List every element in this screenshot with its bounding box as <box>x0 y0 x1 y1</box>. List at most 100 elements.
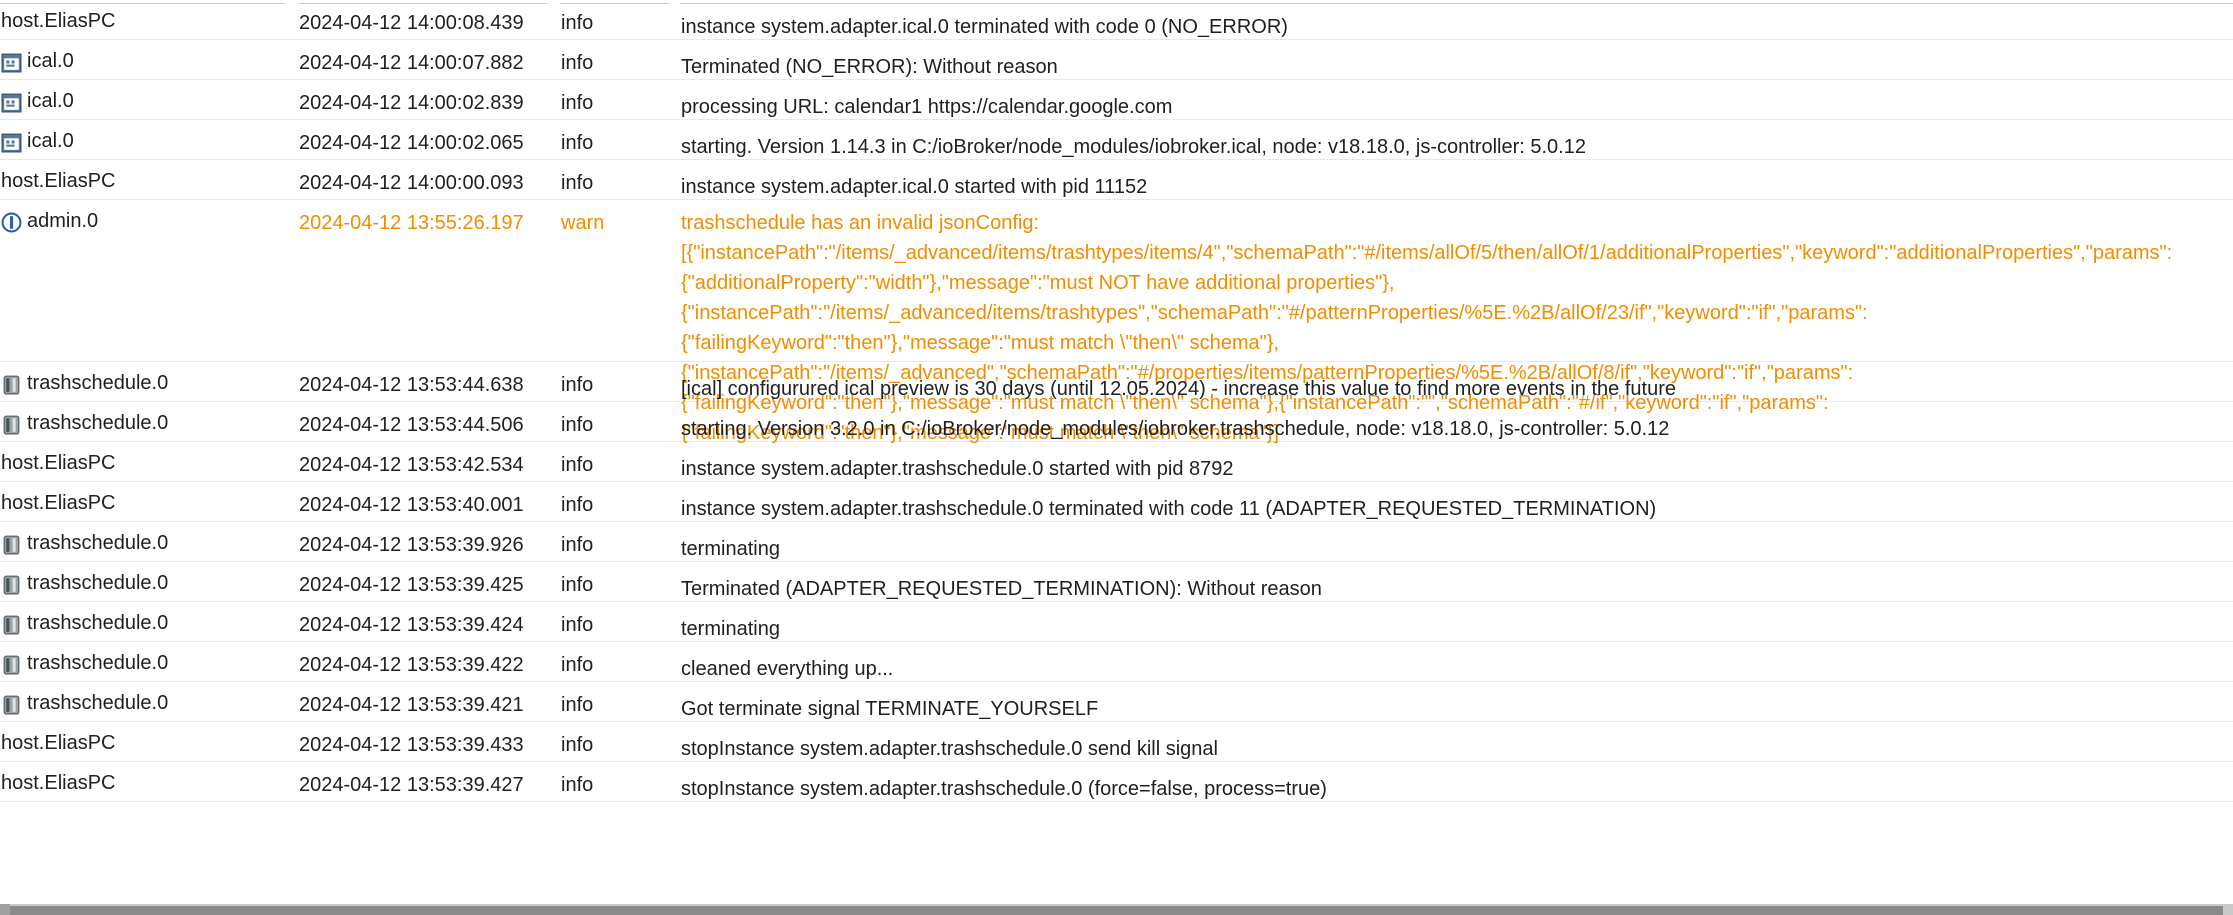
log-table: host.EliasPC 2024-04-12 14:00:08.439 info i… <box>0 0 2233 802</box>
log-timestamp: 2024-04-12 14:00:08.439 <box>299 12 524 34</box>
log-source-label: trashschedule.0 <box>27 412 169 434</box>
log-source-label: host.EliasPC <box>1 170 116 192</box>
trash-icon <box>3 655 20 675</box>
log-row[interactable]: host.EliasPC 2024-04-12 13:53:39.427 info s… <box>0 762 2233 802</box>
log-source: ical.0 <box>0 40 299 73</box>
log-severity: info <box>561 92 594 114</box>
log-row[interactable]: admin.0 2024-04-12 13:55:26.197 warn trashs… <box>0 200 2233 444</box>
log-timestamp: 2024-04-12 13:53:39.926 <box>299 534 524 556</box>
log-severity: info <box>561 52 594 74</box>
log-timestamp: 2024-04-12 14:00:00.093 <box>299 172 524 194</box>
log-message-line: terminating <box>681 618 780 640</box>
log-row[interactable]: trashschedule.0 2024-04-12 13:53:39.424 in… <box>0 602 2233 642</box>
log-row[interactable]: host.EliasPC 2024-04-12 13:53:39.433 info s… <box>0 722 2233 762</box>
log-timestamp: 2024-04-12 13:53:42.534 <box>299 454 524 476</box>
log-message-line: {"additionalProperty":"width"},"message"… <box>681 272 1395 294</box>
log-timestamp: 2024-04-12 13:53:39.427 <box>299 774 524 796</box>
log-message-line: [{"instancePath":"/items/_advanced/items… <box>681 242 2173 264</box>
log-source: host.EliasPC <box>0 762 299 795</box>
log-timestamp: 2024-04-12 13:53:39.425 <box>299 574 524 596</box>
log-message-line: terminating <box>681 538 780 560</box>
log-message-line: cleaned everything up... <box>681 658 894 680</box>
log-row[interactable]: trashschedule.0 2024-04-12 13:53:44.506 in… <box>0 402 2233 442</box>
log-timestamp: 2024-04-12 14:00:02.065 <box>299 132 524 154</box>
log-source: admin.0 <box>0 200 299 233</box>
log-row[interactable]: ical.0 2024-04-12 14:00:07.882 info Termina… <box>0 40 2233 80</box>
log-timestamp: 2024-04-12 13:53:40.001 <box>299 494 524 516</box>
log-severity: warn <box>561 212 605 234</box>
calendar-icon <box>1 93 22 113</box>
scroll-left-arrow[interactable] <box>0 904 10 915</box>
log-message-line: stopInstance system.adapter.trashschedul… <box>681 778 1327 800</box>
log-severity: info <box>561 534 594 556</box>
log-severity: info <box>561 454 594 476</box>
log-message-line: instance system.adapter.ical.0 started w… <box>681 176 1148 198</box>
log-row[interactable]: ical.0 2024-04-12 14:00:02.065 info startin… <box>0 120 2233 160</box>
log-timestamp: 2024-04-12 14:00:02.839 <box>299 92 524 114</box>
horizontal-scrollbar[interactable] <box>0 904 2233 915</box>
log-source: host.EliasPC <box>0 442 299 475</box>
log-severity: info <box>561 12 594 34</box>
log-message: instance system.adapter.trashschedule.0 … <box>681 482 2233 524</box>
log-row[interactable]: host.EliasPC 2024-04-12 13:53:40.001 info i… <box>0 482 2233 522</box>
log-source-label: trashschedule.0 <box>27 692 169 714</box>
log-row[interactable]: host.EliasPC 2024-04-12 13:53:42.534 info i… <box>0 442 2233 482</box>
log-source: trashschedule.0 <box>0 562 299 595</box>
log-source: trashschedule.0 <box>0 642 299 675</box>
log-row[interactable]: trashschedule.0 2024-04-12 13:53:39.926 in… <box>0 522 2233 562</box>
log-row[interactable]: trashschedule.0 2024-04-12 13:53:44.638 in… <box>0 362 2233 402</box>
calendar-icon <box>1 133 22 153</box>
log-source-label: trashschedule.0 <box>27 372 169 394</box>
log-source: ical.0 <box>0 120 299 153</box>
log-source: trashschedule.0 <box>0 602 299 635</box>
log-message-line: Terminated (ADAPTER_REQUESTED_TERMINATIO… <box>681 578 1322 600</box>
scrollbar-thumb[interactable] <box>10 906 2223 915</box>
log-severity: info <box>561 494 594 516</box>
log-row[interactable]: host.EliasPC 2024-04-12 14:00:08.439 info i… <box>0 0 2233 40</box>
log-row[interactable]: ical.0 2024-04-12 14:00:02.839 info process… <box>0 80 2233 120</box>
log-row[interactable]: trashschedule.0 2024-04-12 13:53:39.425 in… <box>0 562 2233 602</box>
log-source: host.EliasPC <box>0 722 299 755</box>
log-row[interactable]: trashschedule.0 2024-04-12 13:53:39.421 in… <box>0 682 2233 722</box>
log-source: host.EliasPC <box>0 482 299 515</box>
log-message-line: instance system.adapter.trashschedule.0 … <box>681 498 1657 520</box>
log-message-line: [ical] configurured ical preview is 30 d… <box>681 378 1676 400</box>
log-timestamp: 2024-04-12 13:53:39.422 <box>299 654 524 676</box>
log-timestamp: 2024-04-12 13:55:26.197 <box>299 212 524 234</box>
calendar-icon <box>1 53 22 73</box>
log-row[interactable]: host.EliasPC 2024-04-12 14:00:00.093 info i… <box>0 160 2233 200</box>
log-source: trashschedule.0 <box>0 362 299 395</box>
log-message: Terminated (NO_ERROR): Without reason <box>681 40 2233 82</box>
trash-icon <box>3 695 20 715</box>
log-message: Got terminate signal TERMINATE_YOURSELF <box>681 682 2233 724</box>
log-timestamp: 2024-04-12 14:00:07.882 <box>299 52 524 74</box>
log-source-label: admin.0 <box>27 210 99 232</box>
log-message-line: Got terminate signal TERMINATE_YOURSELF <box>681 698 1099 720</box>
trash-icon <box>3 535 20 555</box>
admin-icon <box>1 212 22 233</box>
log-source: trashschedule.0 <box>0 682 299 715</box>
log-severity: info <box>561 574 594 596</box>
log-source-label: trashschedule.0 <box>27 572 169 594</box>
log-severity: info <box>561 614 594 636</box>
log-message: stopInstance system.adapter.trashschedul… <box>681 722 2233 764</box>
log-message-line: starting. Version 3.2.0 in C:/ioBroker/n… <box>681 418 1670 440</box>
log-message: instance system.adapter.trashschedule.0 … <box>681 442 2233 484</box>
log-source: host.EliasPC <box>0 0 299 33</box>
log-row[interactable]: trashschedule.0 2024-04-12 13:53:39.422 in… <box>0 642 2233 682</box>
log-source-label: ical.0 <box>27 130 74 152</box>
log-source-label: ical.0 <box>27 90 74 112</box>
log-message-line: trashschedule has an invalid jsonConfig: <box>681 212 1039 234</box>
log-message-line: {"instancePath":"/items/_advanced/items/… <box>681 302 1868 324</box>
log-timestamp: 2024-04-12 13:53:44.506 <box>299 414 524 436</box>
log-message: starting. Version 3.2.0 in C:/ioBroker/n… <box>681 402 2233 444</box>
log-message: [ical] configurured ical preview is 30 d… <box>681 362 2233 404</box>
log-source: host.EliasPC <box>0 160 299 193</box>
trash-icon <box>3 415 20 435</box>
log-timestamp: 2024-04-12 13:53:39.433 <box>299 734 524 756</box>
log-timestamp: 2024-04-12 13:53:44.638 <box>299 374 524 396</box>
log-message-line: instance system.adapter.ical.0 terminate… <box>681 16 1288 38</box>
log-source: ical.0 <box>0 80 299 113</box>
log-message-line: processing URL: calendar1 https://calend… <box>681 96 1173 118</box>
log-message: terminating <box>681 522 2233 564</box>
